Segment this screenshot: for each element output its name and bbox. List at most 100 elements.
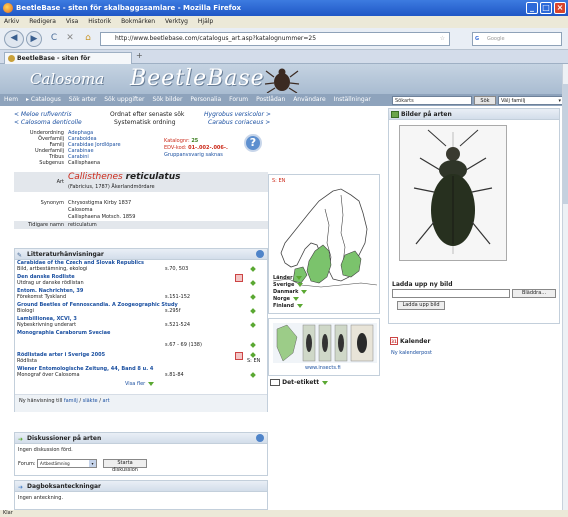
- beetle-photo: [400, 126, 506, 260]
- family-select[interactable]: Välj familj ▾: [498, 96, 564, 105]
- species-photo[interactable]: [399, 125, 507, 261]
- green-arrow-icon[interactable]: [250, 322, 256, 328]
- det-label[interactable]: Det-etikett: [282, 379, 319, 386]
- close-button[interactable]: ×: [554, 2, 566, 14]
- prev-species-systematic[interactable]: < Calosoma denticolle: [14, 119, 82, 126]
- nav-installningar[interactable]: Inställningar: [334, 96, 371, 103]
- pdf-icon[interactable]: [235, 274, 243, 282]
- show-more-link[interactable]: Visa fler: [125, 381, 155, 387]
- map-status-label: S: EN: [272, 178, 286, 184]
- site-search-input[interactable]: Sökarts: [392, 96, 472, 105]
- next-species-recent[interactable]: Hygrobus versicolor >: [204, 111, 271, 118]
- green-arrow-icon[interactable]: [301, 289, 308, 294]
- lit-pages: s.67 - 69 (138): [165, 342, 202, 348]
- nav-forum[interactable]: Forum: [229, 96, 248, 103]
- green-arrow-icon[interactable]: [250, 342, 256, 348]
- diary-box: ➜ Dagboksanteckningar Ingen anteckning.: [14, 480, 268, 510]
- page-content: Calosoma BeetleBase Hem ▸ Catalogus Sök …: [0, 64, 568, 510]
- new-calendar-link[interactable]: Ny kalenderpost: [391, 350, 432, 356]
- nav-sok-arter[interactable]: Sök arter: [69, 96, 97, 103]
- green-arrow-icon[interactable]: [296, 303, 303, 308]
- nav-sok-uppgifter[interactable]: Sök uppgifter: [104, 96, 144, 103]
- upload-image-button[interactable]: Ladda upp bild: [397, 301, 445, 310]
- firefox-icon: [3, 3, 13, 13]
- species-author: (Fabricius, 1787) Åkerlandmördare: [68, 184, 155, 190]
- lit-sub: Förekomst Tyskland: [17, 294, 67, 300]
- beetlebase-logo[interactable]: BeetleBase: [130, 66, 265, 91]
- green-arrow-icon[interactable]: [250, 280, 256, 286]
- file-input[interactable]: [392, 289, 510, 298]
- menu-historik[interactable]: Historik: [88, 18, 111, 25]
- menu-bokmarken[interactable]: Bokmärken: [121, 18, 155, 25]
- country-label: Finland: [273, 303, 303, 309]
- scrollbar-thumb[interactable]: [563, 84, 568, 204]
- nav-catalogus[interactable]: ▸ Catalogus: [26, 96, 61, 103]
- pdf-icon[interactable]: [235, 352, 243, 360]
- tab-beetlebase[interactable]: BeetleBase - siten för skalbaggssam...: [4, 52, 132, 73]
- menu-visa[interactable]: Visa: [66, 18, 78, 25]
- menu-verktyg[interactable]: Verktyg: [165, 18, 188, 25]
- nav-postladan[interactable]: Postlådan: [256, 96, 285, 103]
- green-arrow-icon[interactable]: [322, 380, 329, 385]
- stop-icon[interactable]: ✕: [62, 31, 78, 47]
- lit-pages: s.81-84: [165, 372, 184, 378]
- url-bar[interactable]: http://www.beetlebase.com/catalogus_art.…: [100, 32, 450, 46]
- start-discussion-button[interactable]: Starta diskussion: [103, 459, 147, 473]
- green-arrow-icon[interactable]: [250, 308, 256, 314]
- ref-genus-link[interactable]: släkte: [83, 398, 98, 404]
- former-name-value: reticulatum: [68, 222, 97, 228]
- lit-sub: Utdrag ur danske rödlistan: [17, 280, 84, 286]
- back-icon[interactable]: ◀: [4, 30, 24, 48]
- country-norway: Norge: [273, 296, 291, 302]
- green-arrow-icon[interactable]: [293, 296, 300, 301]
- map-box: S: EN Länder Sverige Danmark Norge Finla…: [268, 174, 380, 314]
- edv-value: 01-.002-.006-.: [188, 145, 228, 151]
- calendar-header: 31 Kalender: [388, 336, 560, 347]
- green-arrow-icon[interactable]: [295, 275, 302, 280]
- search-bar[interactable]: G Google: [472, 32, 562, 46]
- ref-family-link[interactable]: familj: [64, 398, 78, 404]
- home-icon[interactable]: ⌂: [80, 31, 96, 47]
- minimize-button[interactable]: _: [526, 2, 538, 14]
- menu-arkiv[interactable]: Arkiv: [4, 18, 19, 25]
- former-name-row: Tidigare namn reticulatum: [14, 221, 268, 229]
- upload-label: Ladda upp ny bild: [392, 281, 453, 288]
- group-responsible-link[interactable]: Gruppanvsvarig saknas: [164, 152, 223, 158]
- nav-sok-bilder[interactable]: Sök bilder: [152, 96, 182, 103]
- green-arrow-icon[interactable]: [250, 372, 256, 378]
- help-icon[interactable]: ?: [244, 134, 262, 152]
- country-header: Länder: [273, 275, 293, 281]
- forum-select[interactable]: Artbestämning ▾: [37, 459, 97, 468]
- info-icon[interactable]: [256, 250, 264, 258]
- ref-species-link[interactable]: art: [102, 398, 109, 404]
- lit-title[interactable]: Ground Beetles of Fennoscandia. A Zoogeo…: [17, 302, 178, 308]
- forum-label: Forum:: [18, 461, 36, 467]
- new-tab-icon[interactable]: +: [136, 51, 143, 60]
- katalog-value: 25: [191, 138, 199, 144]
- prev-species-recent[interactable]: < Meloe rufiventris: [14, 111, 72, 118]
- nav-anvandare[interactable]: Användare: [293, 96, 325, 103]
- reload-icon[interactable]: C: [46, 31, 62, 47]
- vertical-scrollbar[interactable]: [562, 64, 568, 510]
- maximize-button[interactable]: □: [540, 2, 552, 14]
- insects-fi-thumbnails[interactable]: [273, 323, 377, 363]
- insects-fi-link[interactable]: www.insects.fi: [305, 365, 341, 371]
- info-icon[interactable]: [256, 434, 264, 442]
- green-arrow-icon[interactable]: [250, 294, 256, 300]
- family-select-value: Välj familj: [501, 98, 526, 104]
- green-arrow-icon[interactable]: [250, 266, 256, 272]
- browse-button[interactable]: Bläddra...: [512, 289, 556, 298]
- window-title: BeetleBase - siten för skalbaggssamlare …: [16, 4, 242, 12]
- arrow-icon: ➜: [18, 436, 24, 443]
- site-search-button[interactable]: Sök: [474, 96, 496, 105]
- lit-title[interactable]: Monographia Caraborum Sveciae: [17, 330, 110, 336]
- green-arrow-icon[interactable]: [297, 282, 304, 287]
- nav-hem[interactable]: Hem: [4, 96, 18, 103]
- menu-hjalp[interactable]: Hjälp: [198, 18, 213, 25]
- forward-icon[interactable]: ▶: [26, 31, 42, 47]
- green-arrow-icon[interactable]: [250, 352, 256, 358]
- bookmark-star-icon[interactable]: ☆: [440, 33, 445, 45]
- nav-personalia[interactable]: Personalia: [190, 96, 221, 103]
- menu-redigera[interactable]: Redigera: [29, 18, 56, 25]
- next-species-systematic[interactable]: Carabus coriaceus >: [208, 119, 270, 126]
